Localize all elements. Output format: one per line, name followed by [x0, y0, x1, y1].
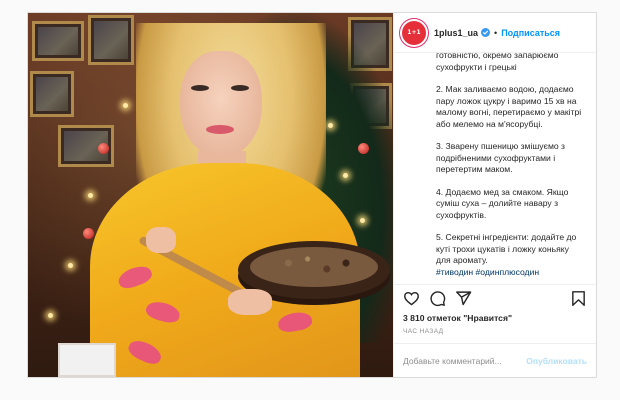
post-photo[interactable]: [28, 13, 393, 377]
publish-button[interactable]: Опубликовать: [526, 356, 587, 366]
woman-eye: [191, 85, 209, 91]
follow-button[interactable]: Подписаться: [501, 28, 560, 38]
tree-ornament: [358, 143, 369, 154]
avatar[interactable]: 1+1: [402, 20, 426, 45]
tree-ornament: [98, 143, 109, 154]
wall-picture-frame: [88, 15, 134, 65]
tree-light: [68, 263, 73, 268]
woman-lips: [206, 125, 234, 134]
caption-paragraph: готовністю, окремо запарюємо сухофрукти …: [436, 53, 559, 72]
bookmark-icon[interactable]: [570, 290, 587, 307]
caption-paragraph: 3. Зварену пшеницю змішуємо з подрібнени…: [436, 141, 565, 174]
post-header: 1+1 1plus1_ua • Подписаться: [394, 13, 596, 53]
verified-badge-icon: [481, 28, 491, 37]
share-icon[interactable]: [455, 290, 472, 307]
post-timestamp[interactable]: ЧАС НАЗАД: [394, 325, 596, 343]
comment-input[interactable]: [403, 355, 527, 366]
post-side-panel: 1+1 1plus1_ua • Подписаться готовністю, …: [393, 13, 596, 377]
likes-count[interactable]: 3 810 отметок "Нравится": [394, 312, 596, 325]
instagram-post: 1+1 1plus1_ua • Подписаться готовністю, …: [27, 12, 597, 378]
tree-light: [360, 218, 365, 223]
tree-light: [328, 123, 333, 128]
caption-hashtags[interactable]: #тиводин #одинплюсодин: [436, 267, 582, 279]
caption-paragraph: 4. Додаємо мед за смаком. Якщо суміш сух…: [436, 186, 569, 220]
comment-form: Опубликовать: [394, 343, 596, 377]
tree-light: [48, 313, 53, 318]
woman-hand: [228, 289, 272, 315]
heart-icon[interactable]: [403, 290, 420, 307]
tree-ornament: [83, 228, 94, 239]
wall-picture-frame: [30, 71, 74, 117]
kutia-dish: [250, 247, 378, 287]
avatar-logo-text: 1+1: [407, 29, 421, 36]
comment-icon[interactable]: [429, 290, 446, 307]
tree-light: [123, 103, 128, 108]
post-caption: готовністю, окремо запарюємо сухофрукти …: [394, 53, 596, 284]
post-actions: [394, 284, 596, 312]
username-link[interactable]: 1plus1_ua: [434, 28, 478, 38]
woman-hand: [146, 227, 176, 253]
caption-paragraph: 5. Секретні інгредієнти: додайте до куті…: [436, 232, 577, 265]
tree-light: [88, 193, 93, 198]
woman-eye: [231, 85, 249, 91]
gift-box: [58, 343, 116, 377]
wall-picture-frame: [32, 21, 84, 61]
header-separator: •: [494, 27, 498, 38]
woman-face: [180, 51, 262, 157]
caption-paragraph: 2. Мак заливаємо водою, додаємо пару лож…: [436, 84, 582, 129]
tree-light: [343, 173, 348, 178]
